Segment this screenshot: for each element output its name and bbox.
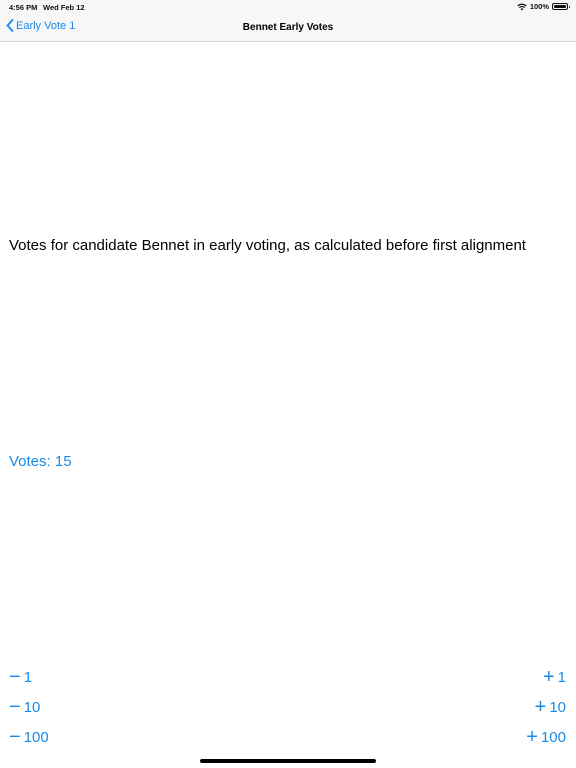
battery-icon (552, 3, 570, 10)
page-title: Bennet Early Votes (242, 22, 334, 33)
home-indicator[interactable] (200, 759, 376, 763)
increment-10-button[interactable]: + 10 (534, 696, 566, 718)
increment-100-label: 100 (540, 729, 566, 746)
decrement-1-label: 1 (23, 669, 33, 686)
wifi-icon (517, 3, 527, 11)
minus-icon: − (9, 696, 21, 718)
decrement-100-label: 100 (23, 729, 49, 746)
status-indicators: 100% (517, 2, 570, 11)
status-date: Wed Feb 12 (43, 3, 85, 12)
decrement-10-button[interactable]: − 10 (9, 696, 41, 718)
decrement-10-label: 10 (23, 699, 41, 716)
minus-icon: − (9, 666, 21, 688)
minus-icon: − (9, 726, 21, 748)
votes-count: Votes: 15 (9, 453, 72, 470)
battery-percentage: 100% (529, 2, 549, 11)
increment-1-label: 1 (557, 669, 566, 686)
increment-10-label: 10 (549, 699, 566, 716)
decrement-1-button[interactable]: − 1 (9, 666, 33, 688)
increment-100-button[interactable]: + 100 (526, 726, 566, 748)
status-bar: 4:56 PM Wed Feb 12 100% (0, 0, 576, 14)
status-time: 4:56 PM (9, 3, 38, 12)
navigation-bar: Early Vote 1 Bennet Early Votes (0, 14, 576, 42)
plus-icon: + (526, 726, 538, 748)
candidate-description: Votes for candidate Bennet in early voti… (9, 237, 526, 254)
plus-icon: + (542, 666, 555, 688)
decrement-100-button[interactable]: − 100 (9, 726, 49, 748)
screen: 4:56 PM Wed Feb 12 100% Early Vote 1 Ben… (0, 0, 576, 768)
increment-1-button[interactable]: + 1 (542, 666, 566, 688)
plus-icon: + (534, 696, 547, 718)
